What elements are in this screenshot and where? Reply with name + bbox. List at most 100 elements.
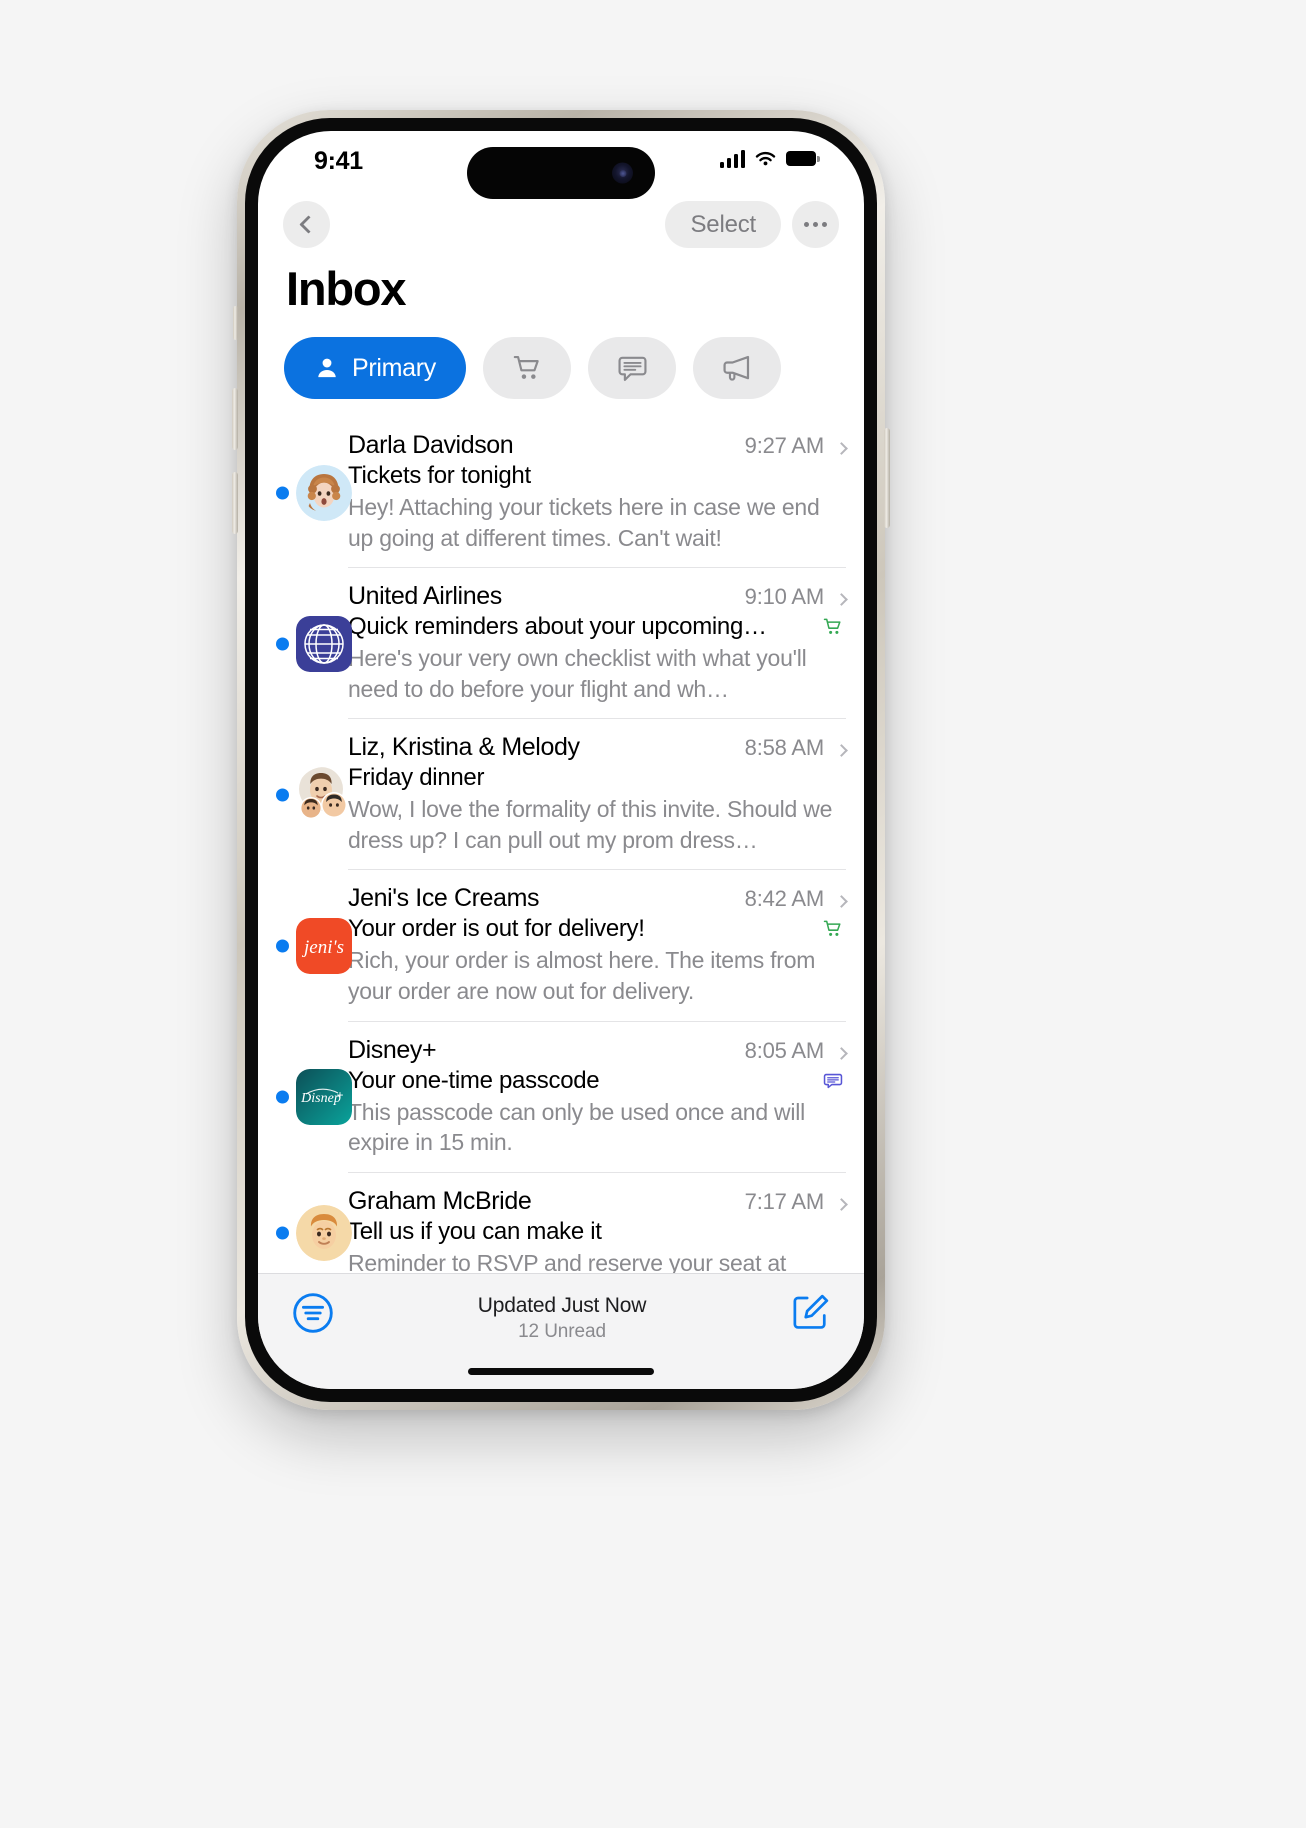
unread-indicator-dot [276,486,289,500]
page-title: Inbox [286,262,407,315]
svg-text:jeni's: jeni's [301,937,344,958]
united-airlines-logo-icon [296,615,352,672]
iphone-device: 9:41 Select Inbox Primary Darla Davidson… [232,110,890,1410]
phone-screen: 9:41 Select Inbox Primary Darla Davidson… [258,131,864,1389]
email-preview: Hey! Attaching your tickets here in case… [348,494,820,551]
email-row-body: Liz, Kristina & Melody 8:58 AM Friday di… [348,719,848,871]
speech-bubble-icon [617,356,647,381]
email-row-left [258,1173,352,1273]
wifi-icon [755,151,776,165]
memoji-group-icon [299,766,347,819]
navigation-bar: Select [258,193,864,259]
shopping-cart-icon [513,355,539,379]
ellipsis-icon [804,222,827,227]
email-time: 9:10 AM [744,584,825,610]
filter-pill-primary-label: Primary [352,353,437,382]
filter-pill-primary[interactable]: Primary [284,337,467,399]
unread-indicator-dot [276,788,289,802]
back-button[interactable] [283,201,330,248]
email-subject-line: Your order is out for delivery! [348,915,846,943]
email-row-body: Darla Davidson 9:27 AM Tickets for tonig… [348,417,848,569]
email-subject: Quick reminders about your upcoming… [348,613,767,641]
email-list-item[interactable]: United Airlines 9:10 AM Quick reminders … [258,568,864,720]
email-subject-line: Tell us if you can make it [348,1218,846,1246]
email-row-header: Disney+ 8:05 AM [348,1035,848,1065]
updated-status-text: Updated Just Now [477,1294,647,1317]
memoji-woman-icon [296,464,352,521]
email-list-item[interactable]: Darla Davidson 9:27 AM Tickets for tonig… [258,417,864,569]
email-subject-line: Quick reminders about your upcoming… [348,613,846,641]
email-sender: Disney+ [348,1035,437,1064]
chevron-right-icon [835,442,848,455]
home-indicator[interactable] [468,1368,654,1375]
filter-button[interactable] [292,1292,334,1339]
filter-pill-promotions[interactable] [693,337,782,399]
shopping-cart-icon [823,618,841,635]
compose-button[interactable] [790,1292,830,1337]
email-time: 8:42 AM [744,886,825,912]
filter-pill-updates[interactable] [588,337,677,399]
filter-pill-transactions[interactable] [483,337,572,399]
email-preview: Wow, I love the formality of this invite… [348,796,833,853]
chevron-left-icon [299,215,318,234]
email-list-item[interactable]: Disnep + Disney+ 8:05 AM Your one-time p… [258,1022,864,1173]
volume-down-button[interactable] [232,472,238,534]
email-time: 8:05 AM [744,1037,825,1063]
sync-status: Updated Just Now 12 Unread [334,1292,790,1343]
email-time: 9:27 AM [744,433,825,458]
signal-bars-icon [719,149,745,168]
email-row-left [258,719,348,870]
power-button[interactable] [884,428,890,528]
silent-switch[interactable] [233,306,238,340]
compose-square-pencil-icon [793,1294,829,1329]
email-sender: Liz, Kristina & Melody [348,733,580,762]
avatar [296,615,352,672]
email-list-item[interactable]: Liz, Kristina & Melody 8:58 AM Friday di… [258,719,864,871]
email-row-left [258,568,352,719]
screenshot-root: 9:41 Select Inbox Primary Darla Davidson… [0,0,1306,1828]
volume-up-button[interactable] [232,388,238,450]
email-row-left: Disnep + [258,1022,352,1173]
chevron-right-icon [835,1197,848,1211]
avatar [296,1204,352,1261]
email-row-body: Disney+ 8:05 AM Your one-time passcode T… [348,1022,848,1173]
email-sender: Graham McBride [348,1186,532,1215]
shopping-cart-icon [823,921,841,937]
email-subject: Your one-time passcode [348,1066,600,1094]
email-row-header: United Airlines 9:10 AM [348,582,848,611]
avatar: Disnep + [296,1069,352,1126]
chevron-right-icon [835,744,848,758]
email-time: 8:58 AM [744,735,825,761]
email-subject: Friday dinner [348,764,485,792]
email-subject: Tell us if you can make it [348,1217,602,1245]
status-bar: 9:41 [258,131,864,199]
more-options-button[interactable] [792,201,839,248]
chevron-right-icon [835,1046,848,1060]
email-subject-line: Your one-time passcode [348,1067,846,1095]
unread-count-text: 12 Unread [518,1321,606,1342]
email-subject: Tickets for tonight [348,462,531,489]
email-preview: Here's your very own checklist with what… [348,645,807,702]
chevron-right-icon [835,895,848,909]
email-list-item[interactable]: jeni's Jeni's Ice Creams 8:42 AM Your or… [258,870,864,1022]
email-preview: Rich, your order is almost here. The ite… [348,947,816,1005]
email-preview: Reminder to RSVP and reserve your seat a… [348,1249,787,1273]
email-row-body: United Airlines 9:10 AM Quick reminders … [348,568,848,720]
email-sender: Darla Davidson [348,431,514,459]
email-sender: United Airlines [348,582,502,611]
email-list-item[interactable]: Graham McBride 7:17 AM Tell us if you ca… [258,1173,864,1273]
email-subject-line: Tickets for tonight [348,462,846,490]
email-row-header: Darla Davidson 9:27 AM [348,431,848,460]
email-row-header: Graham McBride 7:17 AM [348,1186,848,1216]
email-list[interactable]: Darla Davidson 9:27 AM Tickets for tonig… [258,417,864,1273]
select-button[interactable]: Select [665,201,781,248]
person-icon [318,358,336,378]
unread-indicator-dot [276,637,289,651]
unread-indicator-dot [276,939,289,953]
email-row-body: Graham McBride 7:17 AM Tell us if you ca… [348,1173,848,1273]
front-camera-icon [612,162,633,184]
email-sender: Jeni's Ice Creams [348,884,540,913]
email-preview: This passcode can only be used once and … [348,1098,805,1156]
email-row-body: Jeni's Ice Creams 8:42 AM Your order is … [348,870,848,1022]
avatar [296,766,352,823]
